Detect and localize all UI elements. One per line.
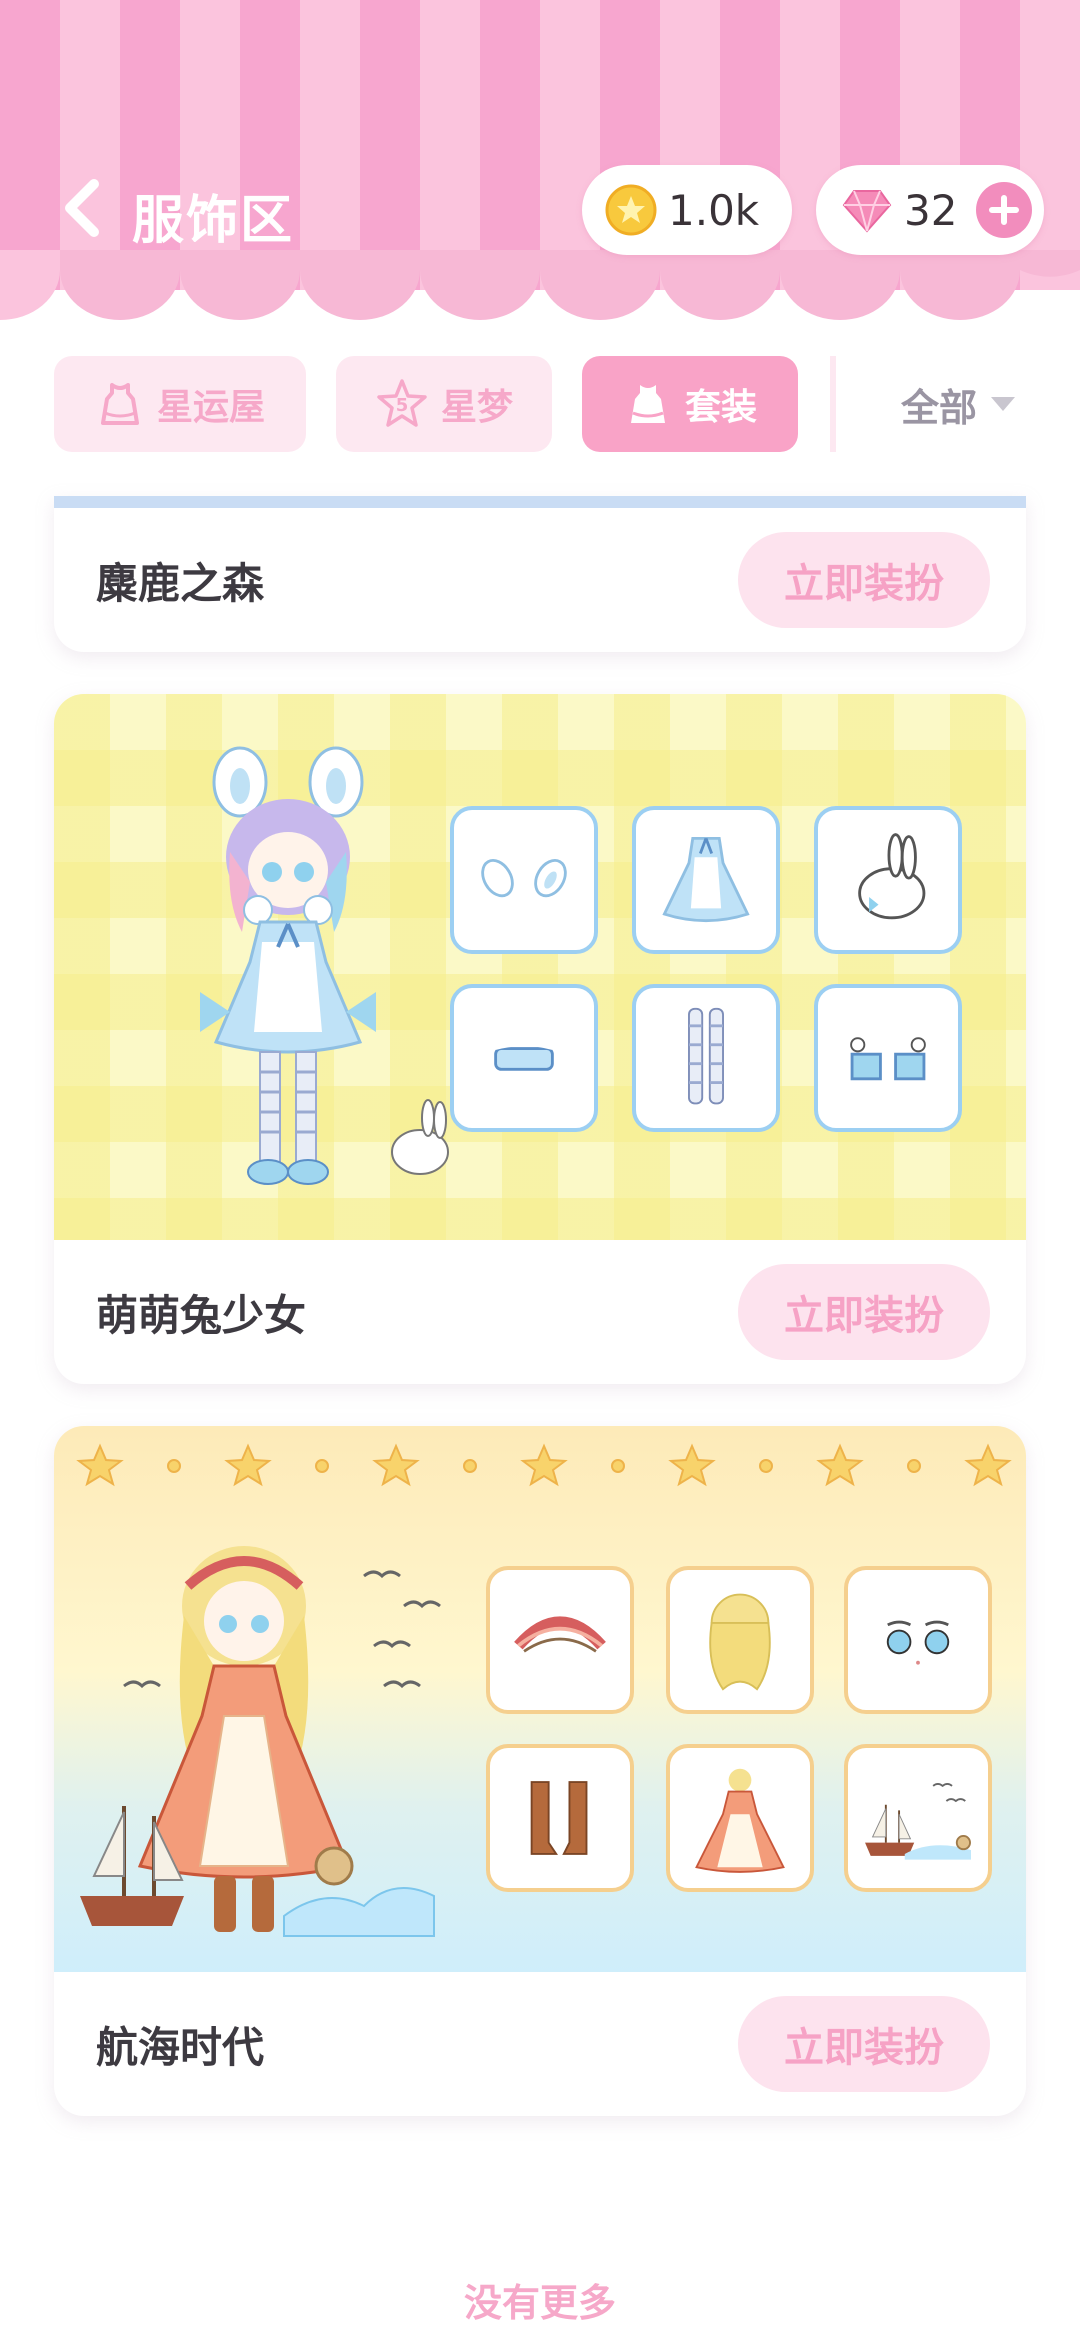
bunny-girl-character-illustration <box>200 746 449 1185</box>
outfit-name: 航海时代 <box>96 2022 265 2072</box>
coin-icon <box>605 184 657 236</box>
end-of-list-text: 没有更多 <box>463 2281 616 2325</box>
gown-icon <box>695 1768 785 1873</box>
page-title: 服饰区 <box>132 191 295 251</box>
hair-icon <box>709 1593 771 1691</box>
filter-label: 全部 <box>900 385 977 430</box>
boots-icon <box>530 1781 588 1855</box>
item-bunny-ears[interactable] <box>450 806 598 954</box>
star-border-decoration <box>76 1443 1012 1487</box>
item-maid-dress[interactable] <box>632 806 780 954</box>
item-boots[interactable] <box>486 1744 634 1892</box>
dress-icon <box>100 383 139 425</box>
tab-label: 套装 <box>684 387 757 428</box>
tab-xingmeng[interactable]: 5 星梦 <box>336 356 552 452</box>
ship-scene-icon <box>865 1783 971 1860</box>
item-shoes[interactable] <box>814 984 962 1132</box>
chevron-left-icon <box>65 179 99 237</box>
coin-balance[interactable]: 1.0k <box>582 165 792 255</box>
category-tabs: 星运屋 5 星梦 套装 全部 <box>0 350 1080 460</box>
bunny-ears-icon <box>481 859 567 898</box>
outfit-banner <box>54 694 1026 1240</box>
filter-dropdown[interactable]: 全部 <box>830 356 1080 452</box>
item-striped-stockings[interactable] <box>632 984 780 1132</box>
caret-down-icon <box>991 397 1015 411</box>
dress-up-button[interactable]: 立即装扮 <box>738 1996 990 2092</box>
coin-count: 1.0k <box>668 185 760 235</box>
plus-icon <box>989 195 1019 225</box>
sailor-girl-character-illustration <box>80 1546 441 1937</box>
headdress-icon <box>514 1616 606 1653</box>
dress-up-button[interactable]: 立即装扮 <box>738 532 990 628</box>
header-awning: 服饰区 1.0k 32 <box>0 0 1080 330</box>
item-face[interactable] <box>844 1566 992 1714</box>
item-ship-background[interactable] <box>844 1744 992 1892</box>
item-headband[interactable] <box>450 984 598 1132</box>
stockings-icon <box>688 1007 724 1105</box>
awning-scallops <box>0 250 1080 320</box>
shoes-icon <box>850 1037 926 1081</box>
outfit-card: 萌萌兔少女 立即装扮 <box>54 694 1026 1384</box>
gem-count: 32 <box>904 185 958 235</box>
dress-icon <box>630 385 665 423</box>
face-eyes-icon <box>886 1620 950 1665</box>
tab-taozhuang[interactable]: 套装 <box>582 356 798 452</box>
item-wavy-hair[interactable] <box>666 1566 814 1714</box>
item-bunny-pet[interactable] <box>814 806 962 954</box>
outfit-card: 航海时代 立即装扮 <box>54 1426 1026 2116</box>
tab-xingyunwu[interactable]: 星运屋 <box>54 356 306 452</box>
dress-icon <box>662 836 750 923</box>
outfit-banner <box>54 1426 1026 1972</box>
bunny-icon <box>858 833 926 920</box>
tab-label: 星运屋 <box>156 387 265 428</box>
headband-icon <box>494 1043 554 1071</box>
item-headdress[interactable] <box>486 1566 634 1714</box>
item-gown[interactable] <box>666 1744 814 1892</box>
outfit-name: 麋鹿之森 <box>96 558 265 608</box>
star-badge-number: 5 <box>396 395 409 416</box>
gem-icon <box>842 190 892 233</box>
card-banner-edge <box>54 496 1026 508</box>
tab-label: 星梦 <box>440 387 513 428</box>
outfit-name: 萌萌兔少女 <box>96 1290 307 1340</box>
star-badge-icon: 5 <box>377 379 427 427</box>
gem-balance[interactable]: 32 <box>816 165 1044 255</box>
outfit-card: 麋鹿之森 立即装扮 <box>54 496 1026 652</box>
dress-up-button[interactable]: 立即装扮 <box>738 1264 990 1360</box>
back-button[interactable] <box>58 178 108 238</box>
add-gems-button[interactable] <box>976 182 1032 238</box>
